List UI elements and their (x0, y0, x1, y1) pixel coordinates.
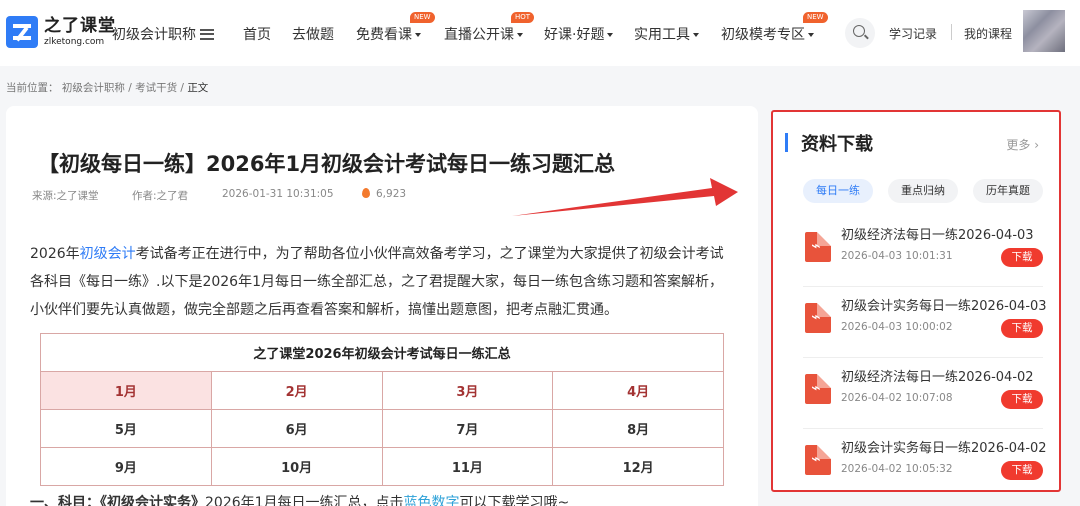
list-item[interactable]: 初级经济法每日一练2026-04-02 2026-04-02 10:07:08 … (803, 358, 1043, 429)
blue-number-link[interactable]: 蓝色数字 (404, 495, 460, 506)
article-card: 【初级每日一练】2026年1月初级会计考试每日一练习题汇总 来源:之了课堂 作者… (6, 106, 758, 506)
month-cell: 10月 (210, 447, 383, 486)
pdf-icon (805, 232, 831, 262)
month-cell: 9月 (40, 447, 212, 486)
study-record-link[interactable]: 学习记录 (889, 25, 937, 42)
pdf-icon (805, 374, 831, 404)
header-divider (951, 24, 952, 40)
month-cell: 7月 (381, 409, 554, 448)
subject-line: 一、科目：《初级会计实务》2026年1月每日一练汇总，点击蓝色数字可以下载学习哦… (30, 492, 569, 506)
breadcrumb-current: 正文 (187, 82, 209, 94)
nav-home[interactable]: 首页 (243, 24, 271, 44)
month-cell[interactable]: 3月 (381, 371, 554, 410)
download-list: 初级经济法每日一练2026-04-03 2026-04-03 10:01:31 … (803, 216, 1047, 500)
downloads-title: 资料下载 (785, 130, 873, 156)
breadcrumb-item[interactable]: 考试干货 (135, 82, 177, 94)
hot-badge: HOT (511, 12, 535, 23)
avatar[interactable] (1023, 10, 1065, 52)
item-title[interactable]: 初级会计实务每日一练2026-04-02 (841, 437, 1047, 456)
nav-tools[interactable]: 实用工具 (634, 24, 699, 44)
search-button[interactable] (845, 18, 875, 48)
breadcrumb: 当前位置： 初级会计职称 / 考试干货 / 正文 (6, 82, 209, 94)
table-heading: 之了课堂2026年初级会计考试每日一练汇总 (40, 333, 724, 372)
item-title[interactable]: 初级经济法每日一练2026-04-02 (841, 366, 1034, 385)
month-cell[interactable]: 2月 (210, 371, 383, 410)
article-intro: 2026年初级会计考试备考正在进行中，为了帮助各位小伙伴高效备考学习，之了课堂为… (30, 246, 724, 318)
nav-live-classes[interactable]: 直播公开课 HOT (444, 12, 535, 44)
site-header: 之了课堂 zlketong.com 初级会计职称 首页 去做题 免费看课 NEW… (0, 0, 1080, 66)
chevron-down-icon (693, 33, 699, 37)
item-date: 2026-04-02 10:05:32 (841, 463, 953, 475)
category-label: 初级会计职称 (112, 27, 196, 43)
item-title[interactable]: 初级经济法每日一练2026-04-03 (841, 224, 1034, 243)
table-row: 5月 6月 7月 8月 (40, 409, 724, 448)
item-date: 2026-04-03 10:00:02 (841, 321, 953, 333)
download-button[interactable]: 下载 (1001, 390, 1043, 409)
keyword-link[interactable]: 初级会计 (80, 246, 136, 262)
list-item[interactable]: 初级会计实务每日一练2026-04-03 2026-04-03 10:00:02… (803, 287, 1047, 358)
download-button[interactable]: 下载 (1001, 248, 1043, 267)
new-badge: NEW (803, 12, 828, 23)
more-link[interactable]: 更多 › (1006, 136, 1039, 153)
table-row: 9月 10月 11月 12月 (40, 447, 724, 486)
article-source: 来源:之了课堂 (32, 190, 99, 202)
item-date: 2026-04-03 10:01:31 (841, 250, 953, 262)
tab-past-exams[interactable]: 历年真题 (973, 179, 1043, 203)
month-cell[interactable]: 1月 (40, 371, 212, 410)
downloads-tabs: 每日一练 重点归纳 历年真题 (803, 179, 1058, 203)
article-author: 作者:之了君 (132, 190, 189, 202)
item-date: 2026-04-02 10:07:08 (841, 392, 953, 404)
pdf-icon (805, 445, 831, 475)
month-cell: 6月 (210, 409, 383, 448)
month-cell[interactable]: 4月 (552, 371, 724, 410)
nav-good-courses[interactable]: 好课·好题 (544, 24, 614, 44)
article-datetime: 2026-01-31 10:31:05 (222, 188, 334, 200)
month-cell: 11月 (381, 447, 554, 486)
chevron-down-icon (415, 33, 421, 37)
site-logo[interactable]: 之了课堂 zlketong.com (6, 16, 116, 48)
tab-daily-practice[interactable]: 每日一练 (803, 179, 873, 203)
downloads-panel: 资料下载 更多 › 每日一练 重点归纳 历年真题 初级经济法每日一练2026-0… (771, 110, 1061, 492)
tab-key-summary[interactable]: 重点归纳 (888, 179, 958, 203)
item-title[interactable]: 初级会计实务每日一练2026-04-03 (841, 295, 1047, 314)
monthly-table: 之了课堂2026年初级会计考试每日一练汇总 1月 2月 3月 4月 5月 6月 … (40, 333, 724, 486)
nav-mock-exam[interactable]: 初级模考专区 NEW (721, 12, 828, 44)
month-cell: 12月 (552, 447, 724, 486)
download-button[interactable]: 下载 (1001, 461, 1043, 480)
list-item[interactable]: 初级会计实务每日一练2026-04-02 2026-04-02 10:05:32… (803, 429, 1047, 500)
list-item[interactable]: 初级经济法每日一练2026-04-03 2026-04-03 10:01:31 … (803, 216, 1043, 287)
annotation-arrow (512, 178, 738, 216)
logo-text: 之了课堂 (44, 15, 116, 36)
logo-domain: zlketong.com (44, 36, 105, 47)
chevron-down-icon (517, 33, 523, 37)
logo-icon (6, 16, 38, 48)
article-views: 6,923 (362, 188, 406, 200)
download-button[interactable]: 下载 (1001, 319, 1043, 338)
pdf-icon (805, 303, 831, 333)
category-selector[interactable]: 初级会计职称 (112, 24, 214, 44)
my-courses-link[interactable]: 我的课程 (964, 25, 1012, 42)
nav-free-courses[interactable]: 免费看课 NEW (356, 12, 435, 44)
fire-icon (362, 188, 370, 198)
month-cell: 5月 (40, 409, 212, 448)
chevron-down-icon (808, 33, 814, 37)
breadcrumb-item[interactable]: 初级会计职称 (62, 82, 125, 94)
menu-icon (200, 28, 214, 40)
table-row: 1月 2月 3月 4月 (40, 371, 724, 410)
new-badge: NEW (410, 12, 435, 23)
month-cell: 8月 (552, 409, 724, 448)
nav-practice[interactable]: 去做题 (292, 24, 334, 44)
chevron-down-icon (607, 33, 614, 37)
